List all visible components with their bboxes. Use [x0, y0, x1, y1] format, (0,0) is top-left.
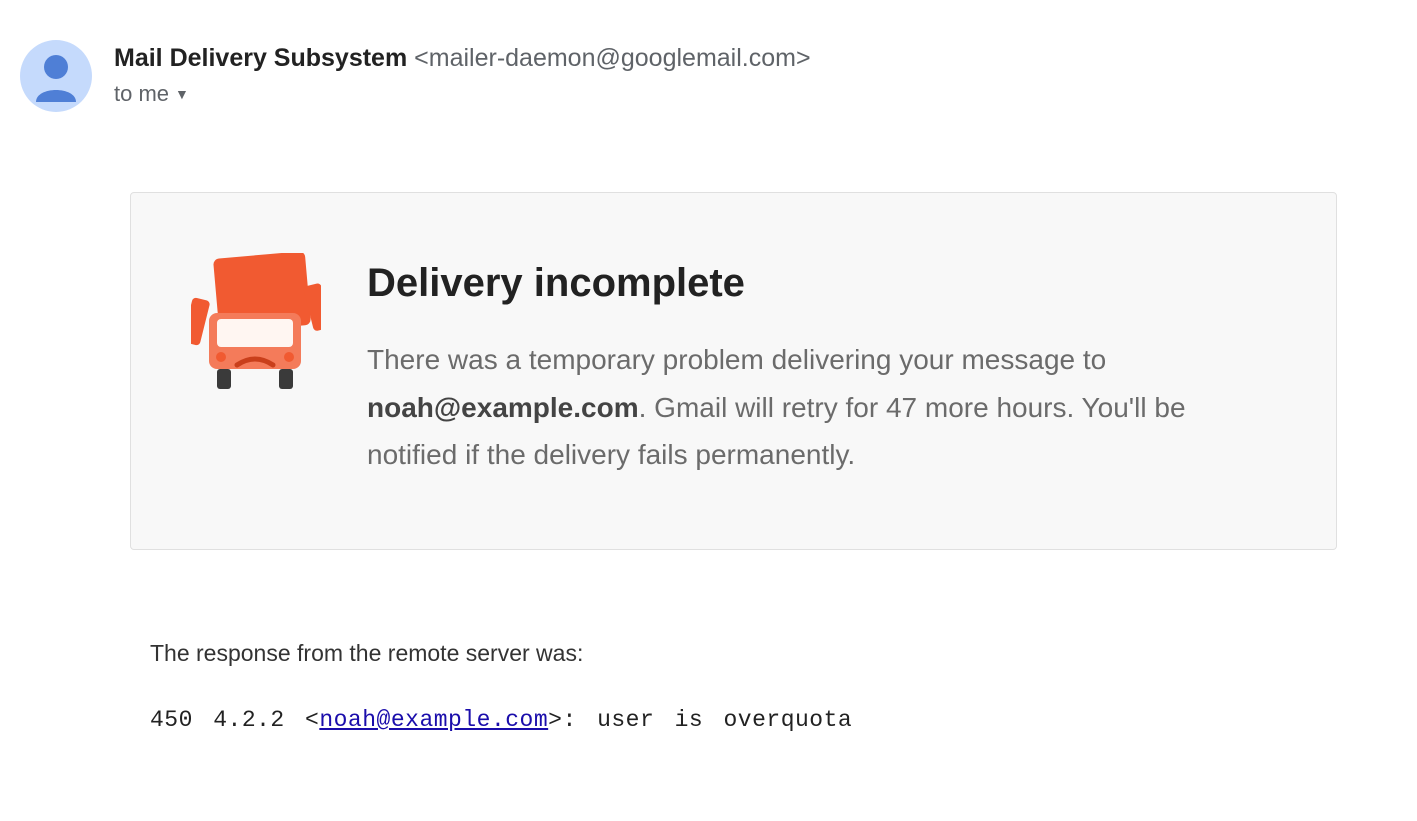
code-pre: 450 4.2.2 <	[150, 707, 319, 733]
server-response-code: 450 4.2.2 <noah@example.com>: user is ov…	[150, 707, 1337, 733]
error-msg-pre: There was a temporary problem delivering…	[367, 344, 1106, 375]
recipient-dropdown[interactable]: to me ▼	[114, 81, 811, 107]
code-post: >: user is overquota	[548, 707, 852, 733]
sad-truck-icon	[191, 253, 321, 398]
card-body: Delivery incomplete There was a temporar…	[367, 253, 1276, 479]
person-icon	[20, 40, 92, 112]
email-header: Mail Delivery Subsystem <mailer-daemon@g…	[20, 40, 1397, 112]
chevron-down-icon: ▼	[175, 86, 189, 102]
error-message: There was a temporary problem delivering…	[367, 336, 1276, 479]
recipient-label: to me	[114, 81, 169, 107]
sender-email: <mailer-daemon@googlemail.com>	[414, 44, 810, 72]
sender-avatar	[20, 40, 92, 112]
sender-block: Mail Delivery Subsystem <mailer-daemon@g…	[114, 40, 811, 107]
server-response-section: The response from the remote server was:…	[150, 640, 1337, 733]
code-email-link[interactable]: noah@example.com	[319, 707, 548, 733]
sender-line: Mail Delivery Subsystem <mailer-daemon@g…	[114, 42, 811, 75]
error-msg-email: noah@example.com	[367, 392, 639, 423]
server-response-label: The response from the remote server was:	[150, 640, 1337, 667]
sender-name: Mail Delivery Subsystem	[114, 44, 407, 72]
error-title: Delivery incomplete	[367, 261, 1276, 306]
delivery-error-card: Delivery incomplete There was a temporar…	[130, 192, 1337, 550]
